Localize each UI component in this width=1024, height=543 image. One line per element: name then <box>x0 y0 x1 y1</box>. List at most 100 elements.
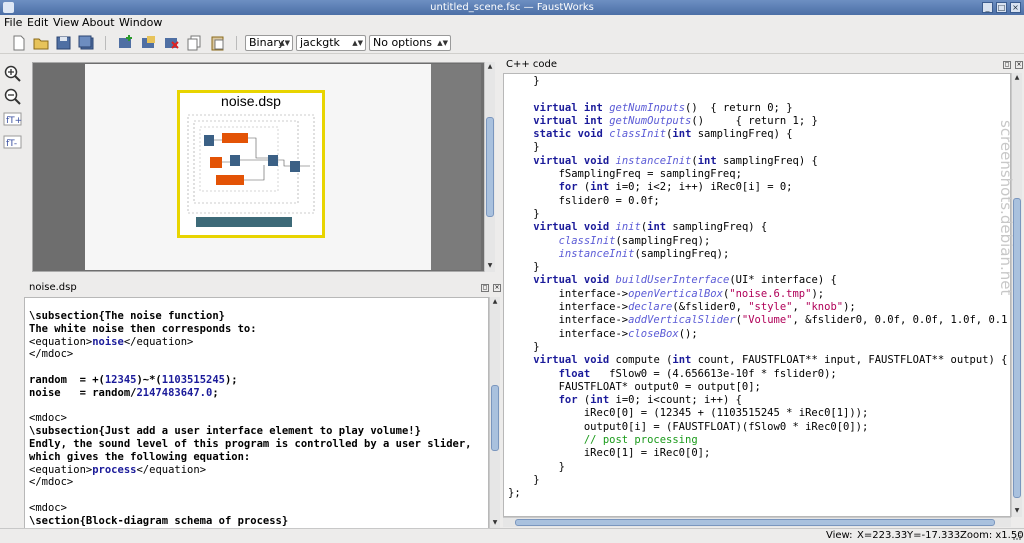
code-line: interface->closeBox(); <box>508 327 698 340</box>
code-line: // post processing <box>508 434 698 447</box>
save-icon[interactable] <box>55 35 72 51</box>
architecture-value: jackgtk <box>300 36 340 49</box>
scene-tools: fT+ fT- <box>0 60 26 160</box>
dsp-scrollbar[interactable]: ▲ ▼ <box>489 297 500 529</box>
float-dock-icon[interactable]: ◻ <box>481 284 489 292</box>
menu-about[interactable]: About <box>82 16 115 29</box>
code-line: static void classInit(int samplingFreq) … <box>533 128 793 141</box>
code-line: <equation>process</equation> <box>29 463 207 476</box>
code-line: iRec0[0] = (12345 + (1103515245 * iRec0[… <box>508 407 869 420</box>
scroll-up-icon[interactable]: ▲ <box>490 297 500 307</box>
svg-text:fT+: fT+ <box>6 116 22 126</box>
resize-grip-icon[interactable] <box>1013 532 1021 540</box>
code-line: The white noise then corresponds to: <box>29 322 257 335</box>
code-line: <equation>noise</equation> <box>29 335 194 348</box>
new-file-icon[interactable] <box>10 35 27 51</box>
code-line: interface->declare(&fslider0, "style", "… <box>508 301 856 314</box>
dsp-dock-header: noise.dsp ◻ × <box>26 281 501 295</box>
code-line: } <box>508 261 540 274</box>
dsp-dock-title: noise.dsp <box>29 282 77 293</box>
cpp-editor[interactable]: } virtual int getNumInputs() { return 0;… <box>503 73 1011 517</box>
add-file-icon[interactable] <box>140 35 157 51</box>
menu-file[interactable]: File <box>4 16 22 29</box>
status-y: Y=-17.333 <box>907 530 961 541</box>
minimize-button[interactable]: _ <box>982 2 993 13</box>
chevron-updown-icon: ▲▼ <box>352 39 363 47</box>
code-line: } <box>508 207 540 220</box>
options-value: No options <box>373 36 432 49</box>
architecture-combo[interactable]: jackgtk ▲▼ <box>296 35 366 51</box>
menu-window[interactable]: Window <box>119 16 162 29</box>
options-combo[interactable]: No options ▲▼ <box>369 35 451 51</box>
code-line: }; <box>508 487 521 500</box>
code-line: } <box>508 460 565 473</box>
close-button[interactable]: × <box>1010 2 1021 13</box>
float-dock-icon[interactable]: ◻ <box>1003 61 1011 69</box>
menu-view[interactable]: View <box>53 16 79 29</box>
code-line: instanceInit(samplingFreq); <box>558 247 730 260</box>
code-line: for (int i=0; i<count; i++) { <box>558 394 742 407</box>
dsp-editor[interactable]: \subsection{The noise function} The white… <box>24 297 489 529</box>
code-line: } <box>508 340 540 353</box>
block-title: noise.dsp <box>221 93 281 109</box>
cpp-dock-header: C++ code ◻ × <box>503 58 1023 72</box>
add-block-icon[interactable] <box>117 35 134 51</box>
title-bar: untitled_scene.fsc — FaustWorks _ □ × <box>0 0 1024 15</box>
code-line: noise = random/2147483647.0; <box>29 386 219 399</box>
code-line: interface->openVerticalBox("noise.6.tmp"… <box>508 287 825 300</box>
paste-icon[interactable] <box>209 35 226 51</box>
close-dock-icon[interactable]: × <box>1015 61 1023 69</box>
status-bar: View: X=223.33 Y=-17.333 Zoom: x1.50 <box>0 528 1024 543</box>
chevron-updown-icon: ▲▼ <box>279 39 290 47</box>
open-folder-icon[interactable] <box>33 35 50 51</box>
code-line: output0[i] = (FAUSTFLOAT)(fSlow0 * iRec0… <box>508 420 869 433</box>
code-line: float fSlow0 = (4.656613e-10f * fslider0… <box>558 367 837 380</box>
toolbar: Binary ▲▼ jackgtk ▲▼ No options ▲▼ <box>0 32 1024 54</box>
code-line: </mdoc> <box>29 476 74 489</box>
code-line: <mdoc> <box>29 501 67 514</box>
scroll-down-icon[interactable]: ▼ <box>490 518 500 528</box>
cpp-source: } virtual int getNumInputs() { return 0;… <box>508 75 1007 501</box>
scene-view[interactable]: noise.dsp <box>32 62 493 272</box>
code-line: fSamplingFreq = samplingFreq; <box>508 168 742 181</box>
block-frame[interactable]: noise.dsp <box>177 90 325 238</box>
code-line: virtual int getNumInputs() { return 0; } <box>533 101 793 114</box>
code-line: } <box>508 75 540 87</box>
dsp-source: \subsection{The noise function} The white… <box>29 310 472 528</box>
scene-scrollbar[interactable]: ▲ ▼ <box>484 62 495 272</box>
scroll-up-icon[interactable]: ▲ <box>485 62 495 72</box>
copy-icon[interactable] <box>186 35 203 51</box>
cpp-hscrollbar[interactable] <box>503 517 1011 527</box>
code-line: which gives the following equation: <box>29 450 251 463</box>
export-format-combo[interactable]: Binary ▲▼ <box>245 35 293 51</box>
zoom-in-icon[interactable] <box>3 64 22 83</box>
zoom-out-icon[interactable] <box>3 87 22 106</box>
maximize-button[interactable]: □ <box>996 2 1007 13</box>
menu-bar: File Edit View About Window <box>0 15 1024 32</box>
scroll-down-icon[interactable]: ▼ <box>485 261 495 271</box>
menu-edit[interactable]: Edit <box>27 16 48 29</box>
font-increase-icon[interactable]: fT+ <box>3 110 22 129</box>
status-x: X=223.33 <box>857 530 908 541</box>
code-line: fslider0 = 0.0f; <box>508 194 660 207</box>
scroll-down-icon[interactable]: ▼ <box>1012 506 1022 516</box>
scroll-up-icon[interactable]: ▲ <box>1012 73 1022 83</box>
close-dock-icon[interactable]: × <box>493 284 501 292</box>
code-line: \subsection{Just add a user interface el… <box>29 425 421 438</box>
code-line: virtual void init(int samplingFreq) { <box>533 221 768 234</box>
scrollbar-thumb[interactable] <box>486 117 494 217</box>
code-line: </mdoc> <box>29 348 74 361</box>
code-line: virtual int getNumOutputs() { return 1; … <box>533 114 818 127</box>
font-decrease-icon[interactable]: fT- <box>3 133 22 152</box>
remove-block-icon[interactable] <box>163 35 180 51</box>
code-line: <mdoc> <box>29 412 67 425</box>
window-title: untitled_scene.fsc — FaustWorks <box>430 2 594 13</box>
scrollbar-thumb[interactable] <box>491 385 499 451</box>
save-as-icon[interactable] <box>78 35 95 51</box>
hscroll-thumb[interactable] <box>515 519 995 526</box>
code-line: random = +(12345)~*(1103515245); <box>29 373 238 386</box>
